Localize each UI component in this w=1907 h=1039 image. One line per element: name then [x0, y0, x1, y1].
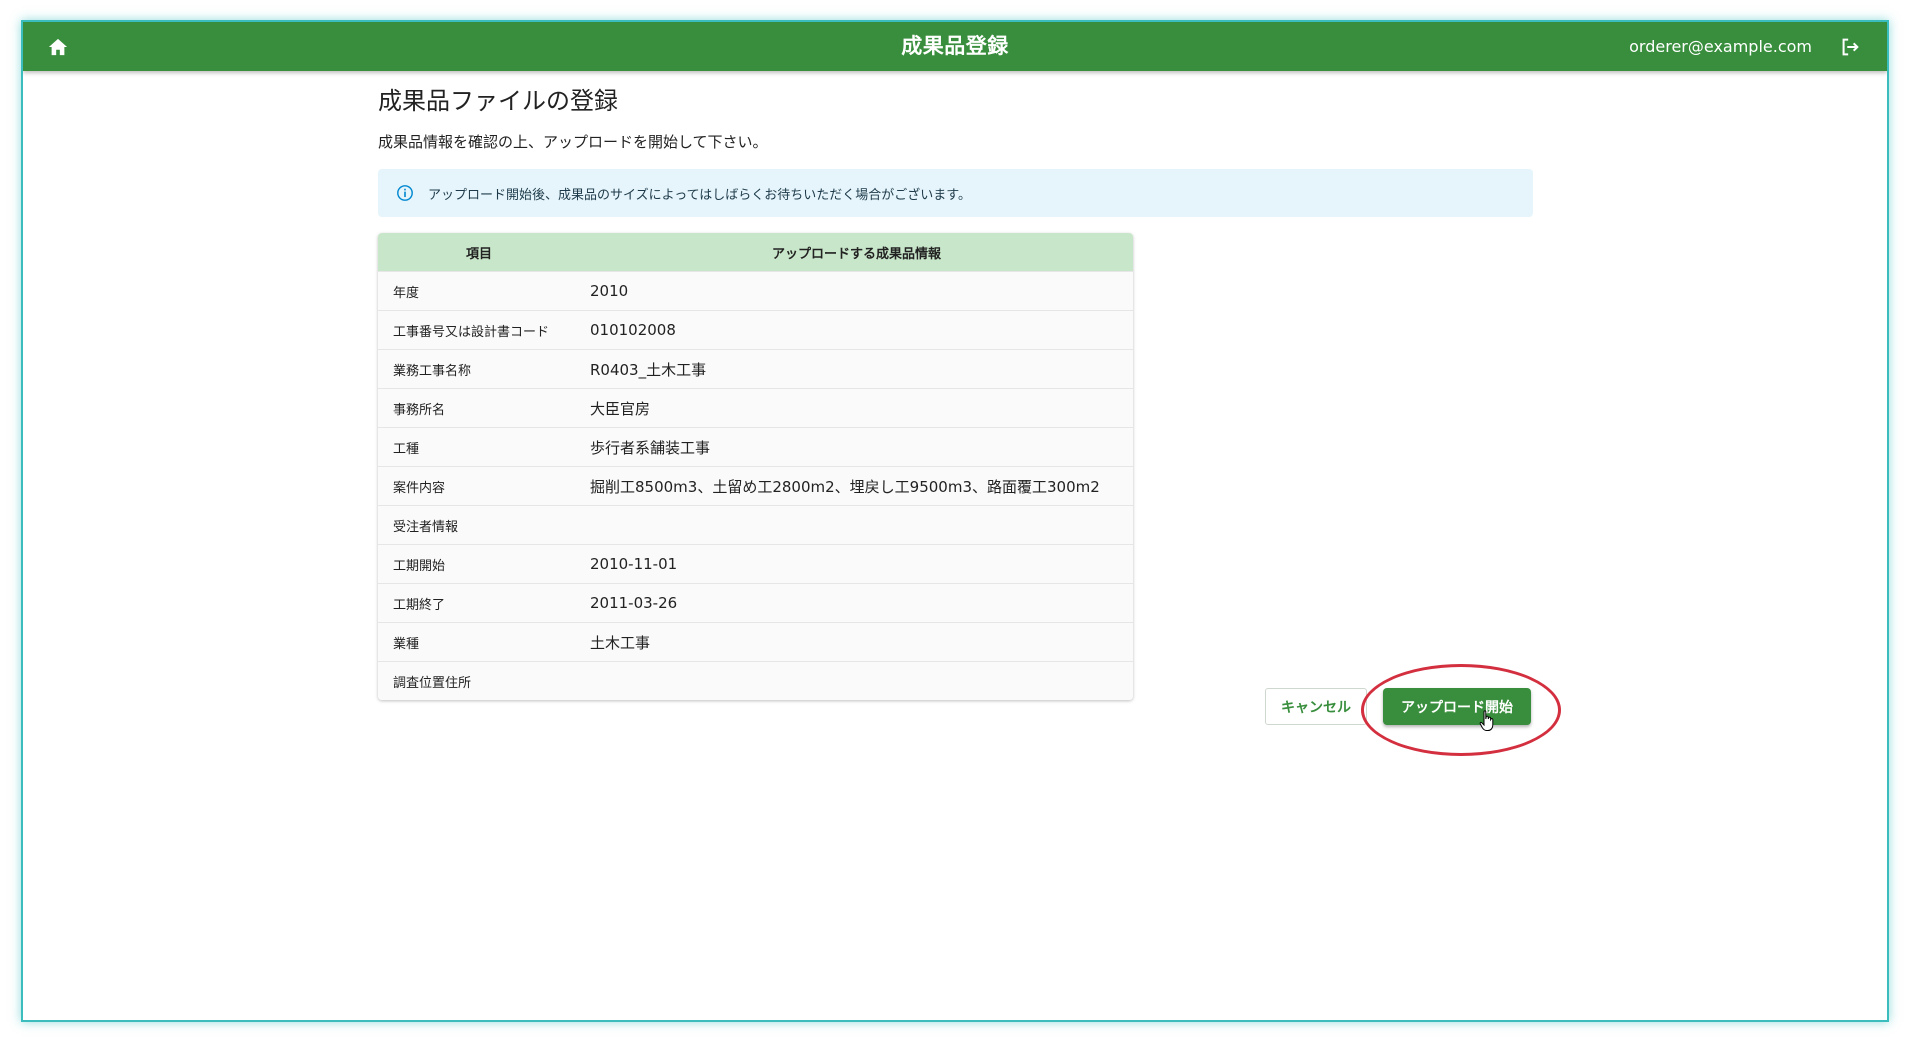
main-content: 成果品ファイルの登録 成果品情報を確認の上、アップロードを開始して下さい。 アッ…	[378, 82, 1533, 700]
page-title: 成果品ファイルの登録	[378, 87, 618, 115]
cancel-button[interactable]: キャンセル	[1265, 688, 1367, 725]
table-row: 業務工事名称 R0403_土木工事	[378, 349, 1133, 389]
row-label: 工期開始	[378, 544, 580, 584]
row-value: 大臣官房	[580, 388, 1133, 428]
column-header-info: アップロードする成果品情報	[580, 233, 1133, 272]
table-row: 工期開始 2010-11-01	[378, 544, 1133, 584]
row-value: 土木工事	[580, 622, 1133, 662]
page-description: 成果品情報を確認の上、アップロードを開始して下さい。	[378, 133, 768, 151]
row-value: 掘削工8500m3、土留め工2800m2、埋戻し工9500m3、路面覆工300m…	[580, 466, 1133, 506]
table-row: 業種 土木工事	[378, 622, 1133, 662]
table-row: 工種 歩行者系舗装工事	[378, 427, 1133, 467]
table-header-row: 項目 アップロードする成果品情報	[378, 233, 1133, 272]
row-value: 歩行者系舗装工事	[580, 427, 1133, 467]
row-label: 業種	[378, 622, 580, 662]
row-label: 工事番号又は設計書コード	[378, 310, 580, 350]
table-row: 事務所名 大臣官房	[378, 388, 1133, 428]
row-label: 調査位置住所	[378, 661, 580, 700]
row-label: 業務工事名称	[378, 349, 580, 389]
app-title: 成果品登録	[901, 34, 1009, 58]
info-alert: アップロード開始後、成果品のサイズによってはしばらくお待ちいただく場合がございま…	[378, 169, 1533, 217]
row-value: 010102008	[580, 310, 1133, 350]
row-label: 受注者情報	[378, 505, 580, 545]
user-email: orderer@example.com	[1629, 37, 1812, 56]
deliverable-info-table: 項目 アップロードする成果品情報 年度 2010 工事番号又は設計書コード 01…	[378, 233, 1133, 700]
table-row: 受注者情報	[378, 505, 1133, 545]
row-value	[580, 505, 1133, 545]
app-window: 成果品登録 orderer@example.com 成果品ファイルの登録 成果品…	[21, 20, 1889, 1022]
upload-start-button[interactable]: アップロード開始	[1383, 688, 1531, 725]
info-message: アップロード開始後、成果品のサイズによってはしばらくお待ちいただく場合がございま…	[428, 187, 972, 203]
logout-icon	[1842, 38, 1859, 56]
column-header-item: 項目	[378, 233, 580, 272]
table-row: 年度 2010	[378, 271, 1133, 311]
table-row: 工事番号又は設計書コード 010102008	[378, 310, 1133, 350]
row-value: 2010	[580, 271, 1133, 311]
row-label: 事務所名	[378, 388, 580, 428]
action-buttons: キャンセル アップロード開始	[1265, 688, 1531, 725]
table-row: 工期終了 2011-03-26	[378, 583, 1133, 623]
app-bar: 成果品登録 orderer@example.com	[23, 22, 1887, 71]
row-label: 工種	[378, 427, 580, 467]
row-label: 年度	[378, 271, 580, 311]
row-label: 案件内容	[378, 466, 580, 506]
logout-button[interactable]	[1837, 34, 1863, 60]
table-row: 調査位置住所	[378, 661, 1133, 700]
row-value: 2010-11-01	[580, 544, 1133, 584]
table-row: 案件内容 掘削工8500m3、土留め工2800m2、埋戻し工9500m3、路面覆…	[378, 466, 1133, 506]
row-value: 2011-03-26	[580, 583, 1133, 623]
row-label: 工期終了	[378, 583, 580, 623]
info-icon	[396, 184, 414, 202]
row-value	[580, 661, 1133, 700]
row-value: R0403_土木工事	[580, 349, 1133, 389]
